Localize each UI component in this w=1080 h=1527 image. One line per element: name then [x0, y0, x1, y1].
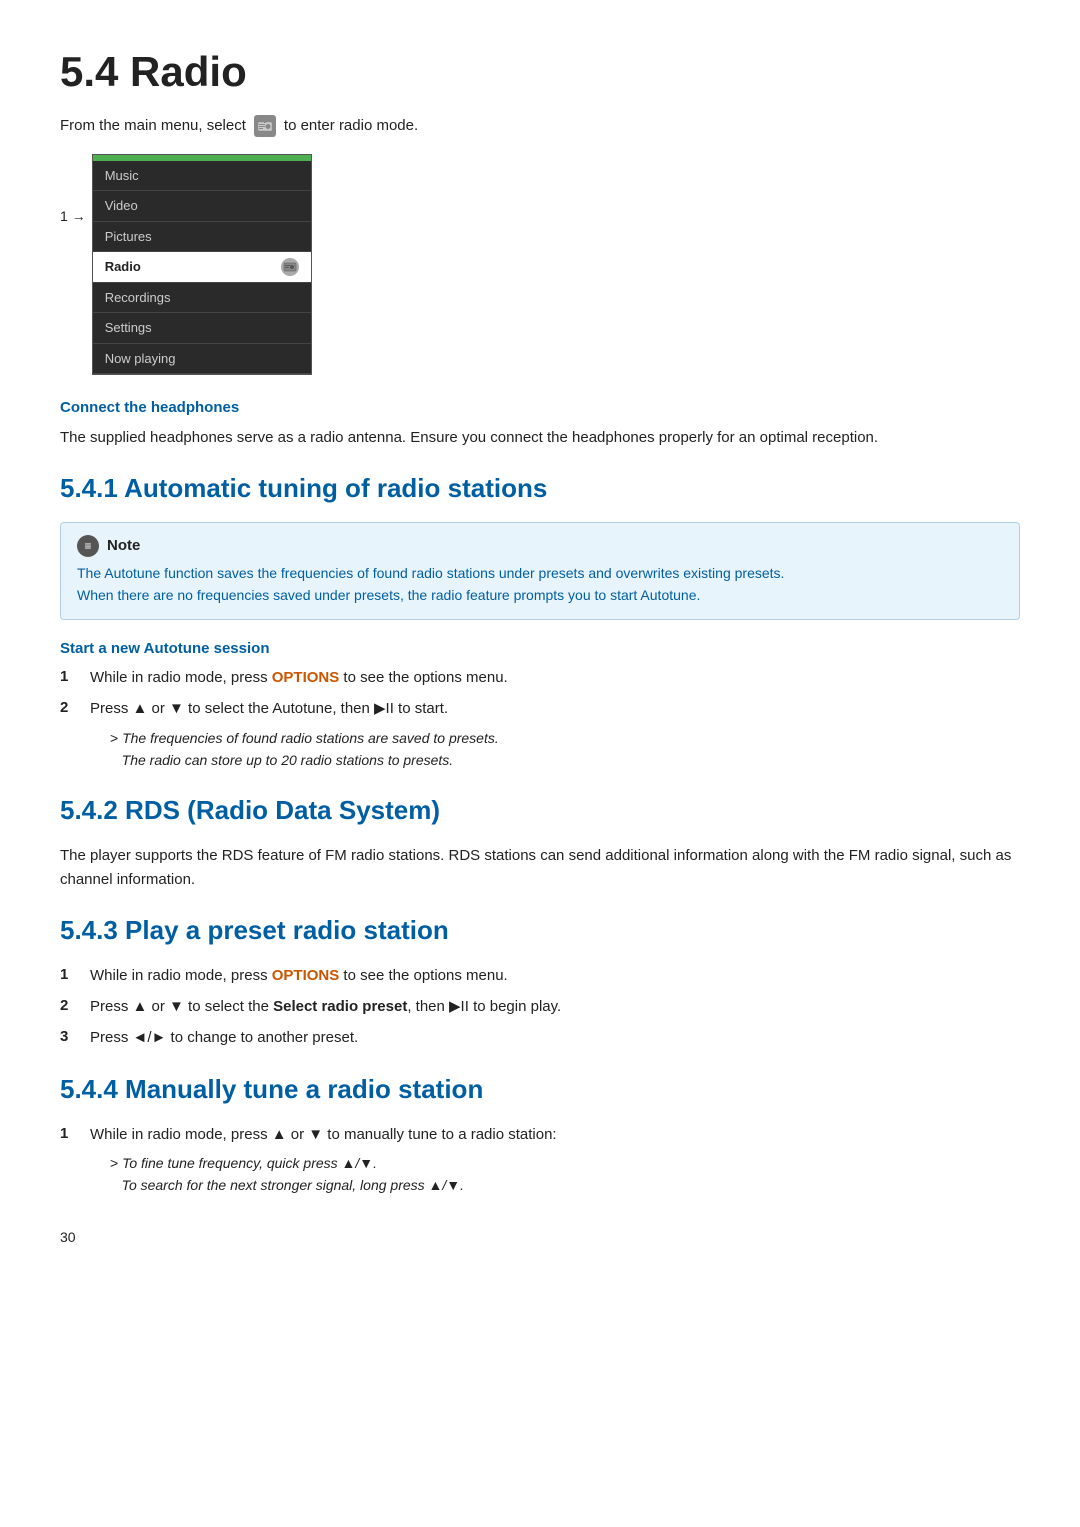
connect-headphones-heading: Connect the headphones [60, 397, 1020, 420]
step-541-1-content: While in radio mode, press OPTIONS to se… [90, 666, 1020, 689]
step-544-1: 1 While in radio mode, press ▲ or ▼ to m… [60, 1123, 1020, 1197]
intro-text-after: to enter radio mode. [284, 115, 418, 138]
step-541-1: 1 While in radio mode, press OPTIONS to … [60, 666, 1020, 689]
step-541-2-result: > The frequencies of found radio station… [110, 727, 1020, 772]
page-number: 30 [60, 1227, 1020, 1248]
step-543-1-content: While in radio mode, press OPTIONS to se… [90, 964, 1020, 987]
step-543-3: 3 Press ◄/► to change to another preset. [60, 1026, 1020, 1049]
note-label: Note [107, 535, 140, 558]
step-543-2-content: Press ▲ or ▼ to select the Select radio … [90, 995, 1020, 1018]
menu-item-pictures: Pictures [93, 222, 311, 253]
search-signal-text: To search for the next stronger signal, … [122, 1177, 464, 1193]
connect-headphones-body: The supplied headphones serve as a radio… [60, 426, 1020, 449]
step-num-2: 2 [60, 697, 78, 720]
menu-item-nowplaying: Now playing [93, 344, 311, 375]
result-arrow-544: > [110, 1155, 118, 1171]
step-543-3-content: Press ◄/► to change to another preset. [90, 1026, 1020, 1049]
section-541: 5.4.1 Automatic tuning of radio stations… [60, 469, 1020, 772]
menu-item-recordings: Recordings [93, 283, 311, 314]
menu-item-radio: Radio [93, 252, 311, 283]
menu-item-video: Video [93, 191, 311, 222]
section-544: 5.4.4 Manually tune a radio station 1 Wh… [60, 1070, 1020, 1197]
preset-steps: 1 While in radio mode, press OPTIONS to … [60, 964, 1020, 1050]
result-line-1: The frequencies of found radio stations … [122, 730, 499, 746]
manual-tune-steps: 1 While in radio mode, press ▲ or ▼ to m… [60, 1123, 1020, 1197]
radio-icon-selected [281, 258, 299, 276]
note-icon: ≡ [77, 535, 99, 557]
step-543-num-2: 2 [60, 995, 78, 1018]
connect-headphones-section: Connect the headphones The supplied head… [60, 397, 1020, 449]
intro-text-before: From the main menu, select [60, 115, 246, 138]
step-543-1: 1 While in radio mode, press OPTIONS to … [60, 964, 1020, 987]
section-543-title: 5.4.3 Play a preset radio station [60, 911, 1020, 950]
menu-screenshot: 1 → Music Video Pictures Radio Recording… [60, 154, 1020, 376]
note-line-2: When there are no frequencies saved unde… [77, 587, 700, 603]
section-544-title: 5.4.4 Manually tune a radio station [60, 1070, 1020, 1109]
note-text: The Autotune function saves the frequenc… [77, 563, 1003, 606]
note-line-1: The Autotune function saves the frequenc… [77, 565, 784, 581]
section-543: 5.4.3 Play a preset radio station 1 Whil… [60, 911, 1020, 1050]
select-radio-preset-label: Select radio preset [273, 998, 407, 1015]
radio-menu-icon [254, 115, 276, 137]
fine-tune-text: To fine tune frequency, quick press ▲/▼. [122, 1155, 377, 1171]
menu-box: Music Video Pictures Radio Recordings Se… [92, 154, 312, 376]
result-arrow-1: > [110, 730, 118, 746]
step-544-1-result: > To fine tune frequency, quick press ▲/… [110, 1152, 1020, 1197]
step-544-1-content: While in radio mode, press ▲ or ▼ to man… [90, 1123, 1020, 1197]
section-541-title: 5.4.1 Automatic tuning of radio stations [60, 469, 1020, 508]
note-header: ≡ Note [77, 535, 1003, 558]
step-num-1: 1 [60, 666, 78, 689]
step-543-2: 2 Press ▲ or ▼ to select the Select radi… [60, 995, 1020, 1018]
step-541-2: 2 Press ▲ or ▼ to select the Autotune, t… [60, 697, 1020, 771]
step-543-num-1: 1 [60, 964, 78, 987]
options-word-543-1: OPTIONS [272, 967, 340, 984]
options-word-1: OPTIONS [272, 669, 340, 686]
section-542: 5.4.2 RDS (Radio Data System) The player… [60, 791, 1020, 891]
intro-line: From the main menu, select to enter radi… [60, 115, 1020, 138]
menu-item-settings: Settings [93, 313, 311, 344]
section-542-body: The player supports the RDS feature of F… [60, 844, 1020, 891]
note-box: ≡ Note The Autotune function saves the f… [60, 522, 1020, 620]
autotune-steps: 1 While in radio mode, press OPTIONS to … [60, 666, 1020, 771]
result-line-2: The radio can store up to 20 radio stati… [122, 752, 454, 768]
menu-item-music: Music [93, 161, 311, 192]
start-autotune-heading: Start a new Autotune session [60, 638, 1020, 661]
page-title: 5.4 Radio [60, 40, 1020, 103]
menu-label: 1 → [60, 154, 86, 227]
section-542-title: 5.4.2 RDS (Radio Data System) [60, 791, 1020, 830]
step-541-2-content: Press ▲ or ▼ to select the Autotune, the… [90, 697, 1020, 771]
step-543-num-3: 3 [60, 1026, 78, 1049]
step-544-num-1: 1 [60, 1123, 78, 1146]
